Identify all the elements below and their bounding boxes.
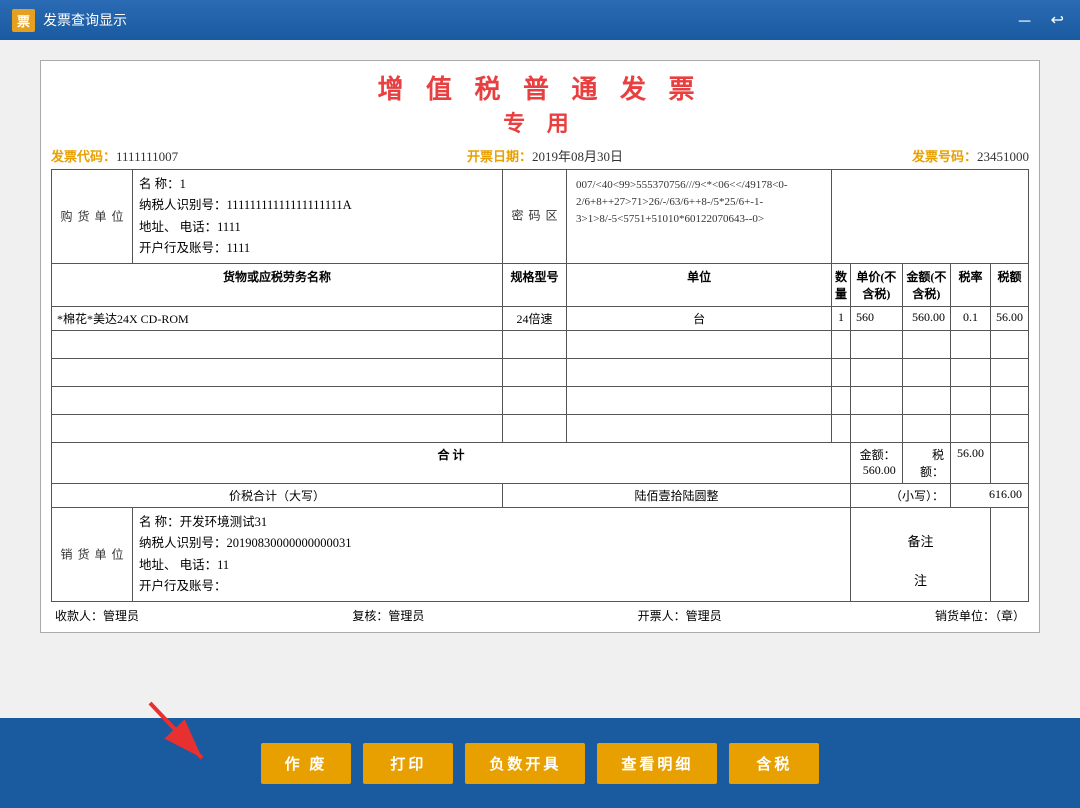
- negative-button[interactable]: 负数开具: [465, 743, 585, 784]
- footer-bar: 作 废 打印 负数开具 查看明细 含税: [0, 718, 1080, 808]
- invoice-number-label: 发票号码：23451000: [912, 146, 1029, 165]
- col-header-amount: 金额(不含税): [902, 264, 950, 307]
- invoice-sub-title: 专 用: [51, 106, 1029, 138]
- subtotal-row: 价税合计（大写） 陆佰壹拾陆圆整 （小写）： 616.00: [52, 484, 1029, 508]
- total-tax-value-cell: 56.00: [950, 443, 990, 484]
- invoice-wrapper: 增 值 税 普 通 发 票 专 用 发票代码：1111111007 开票日期：2…: [40, 60, 1040, 633]
- buyer-name: 名 称：1: [139, 174, 496, 195]
- item-empty-row-2: [52, 359, 1029, 387]
- seller-address: 地址、 电话：11: [139, 555, 844, 576]
- item-tax-rate: 0.1: [950, 307, 990, 331]
- subtotal-label: 价税合计（大写）: [52, 484, 503, 508]
- sign-row: 收款人：管理员 复核：管理员 开票人：管理员 销货单位：（章）: [51, 607, 1029, 624]
- seller-label: 销货单位：（章）: [935, 607, 1025, 624]
- code-content-cell: 007/<40<99>555370756///9<*<06<</49178<0-…: [567, 170, 832, 264]
- remark-label: 备注: [857, 531, 984, 550]
- minimize-button[interactable]: －: [1013, 8, 1037, 32]
- item-empty-row-4: [52, 415, 1029, 443]
- seller-side-label: 销货单位: [52, 508, 133, 602]
- buyer-info-cell: 名 称：1 纳税人识别号：11111111111111111111A 地址、 电…: [133, 170, 503, 264]
- total-amount-cell: 金额： 560.00: [850, 443, 902, 484]
- item-tax-amount: 56.00: [990, 307, 1028, 331]
- item-empty-row-3: [52, 387, 1029, 415]
- subtotal-chinese: 陆佰壹拾陆圆整: [503, 484, 851, 508]
- col-header-unit: 单位: [567, 264, 832, 307]
- total-label: 合 计: [52, 443, 851, 484]
- subtotal-small-label: （小写）：: [850, 484, 950, 508]
- buyer-bank: 开户行及账号：1111: [139, 238, 496, 259]
- main-content: 增 值 税 普 通 发 票 专 用 发票代码：1111111007 开票日期：2…: [0, 40, 1080, 718]
- items-header-row: 货物或应税劳务名称 规格型号 单位 数量 单价(不含税) 金额(不含税) 税率 …: [52, 264, 1029, 307]
- buyer-tax-id: 纳税人识别号：11111111111111111111A: [139, 195, 496, 216]
- item-unit: 台: [567, 307, 832, 331]
- col-header-name: 货物或应税劳务名称: [52, 264, 503, 307]
- total-amount-value: 560.00: [863, 463, 896, 477]
- invoice-code-label: 发票代码：1111111007: [51, 146, 178, 165]
- title-text: 发票查询显示: [43, 10, 1013, 30]
- seller-tax-id: 纳税人识别号：20190830000000000031: [139, 533, 844, 554]
- col-header-unitprice: 单价(不含税): [850, 264, 902, 307]
- seller-name: 名 称：开发环境测试31: [139, 512, 844, 533]
- invoice-meta: 发票代码：1111111007 开票日期：2019年08月30日 发票号码：23…: [51, 146, 1029, 165]
- detail-button[interactable]: 查看明细: [597, 743, 717, 784]
- review-label: 复核：管理员: [352, 607, 424, 624]
- buyer-row: 购货单位 名 称：1 纳税人识别号：11111111111111111111A …: [52, 170, 1029, 264]
- seller-info-cell: 名 称：开发环境测试31 纳税人识别号：20190830000000000031…: [133, 508, 851, 602]
- close-button[interactable]: ↩: [1047, 8, 1068, 32]
- item-qty: 1: [832, 307, 851, 331]
- window-controls: － ↩: [1013, 8, 1068, 32]
- invoice-table: 购货单位 名 称：1 纳税人识别号：11111111111111111111A …: [51, 169, 1029, 602]
- print-button[interactable]: 打印: [363, 743, 453, 784]
- app-icon: 票: [12, 9, 35, 32]
- item-row-1: *棉花*美达24X CD-ROM 24倍速 台 1 560 560.00 0.1…: [52, 307, 1029, 331]
- code-area-label: 密码区: [503, 170, 567, 264]
- total-amount-label: 金额：: [860, 448, 896, 462]
- buyer-side-label: 购货单位: [52, 170, 133, 264]
- seller-row: 销货单位 名 称：开发环境测试31 纳税人识别号：201908300000000…: [52, 508, 1029, 602]
- remark-note-label: 注: [857, 570, 984, 589]
- total-tax-label: 税额：: [920, 448, 944, 479]
- col-header-spec: 规格型号: [503, 264, 567, 307]
- total-tax-cell: 税额：: [902, 443, 950, 484]
- buyer-address: 地址、 电话：1111: [139, 217, 496, 238]
- col-header-taxamount: 税额: [990, 264, 1028, 307]
- item-name: *棉花*美达24X CD-ROM: [52, 307, 503, 331]
- code-content: 007/<40<99>555370756///9<*<06<</49178<0-…: [573, 174, 825, 231]
- item-amount: 560.00: [902, 307, 950, 331]
- item-unit-price: 560: [850, 307, 902, 331]
- seller-bank: 开户行及账号：: [139, 576, 844, 597]
- total-row: 合 计 金额： 560.00 税额： 56.00: [52, 443, 1029, 484]
- issuer-label: 开票人：管理员: [638, 607, 722, 624]
- tax-button[interactable]: 含税: [729, 743, 819, 784]
- item-empty-row-1: [52, 331, 1029, 359]
- invoice-main-title: 增 值 税 普 通 发 票: [51, 69, 1029, 106]
- invoice-date-label: 开票日期：2019年08月30日: [467, 146, 623, 165]
- payee-label: 收款人：管理员: [55, 607, 139, 624]
- void-button[interactable]: 作 废: [261, 743, 352, 784]
- remark-cell: 备注 注: [850, 508, 990, 602]
- col-header-taxrate: 税率: [950, 264, 990, 307]
- title-bar: 票 发票查询显示 － ↩: [0, 0, 1080, 40]
- subtotal-small-value: 616.00: [950, 484, 1028, 508]
- item-spec: 24倍速: [503, 307, 567, 331]
- col-header-qty: 数量: [832, 264, 851, 307]
